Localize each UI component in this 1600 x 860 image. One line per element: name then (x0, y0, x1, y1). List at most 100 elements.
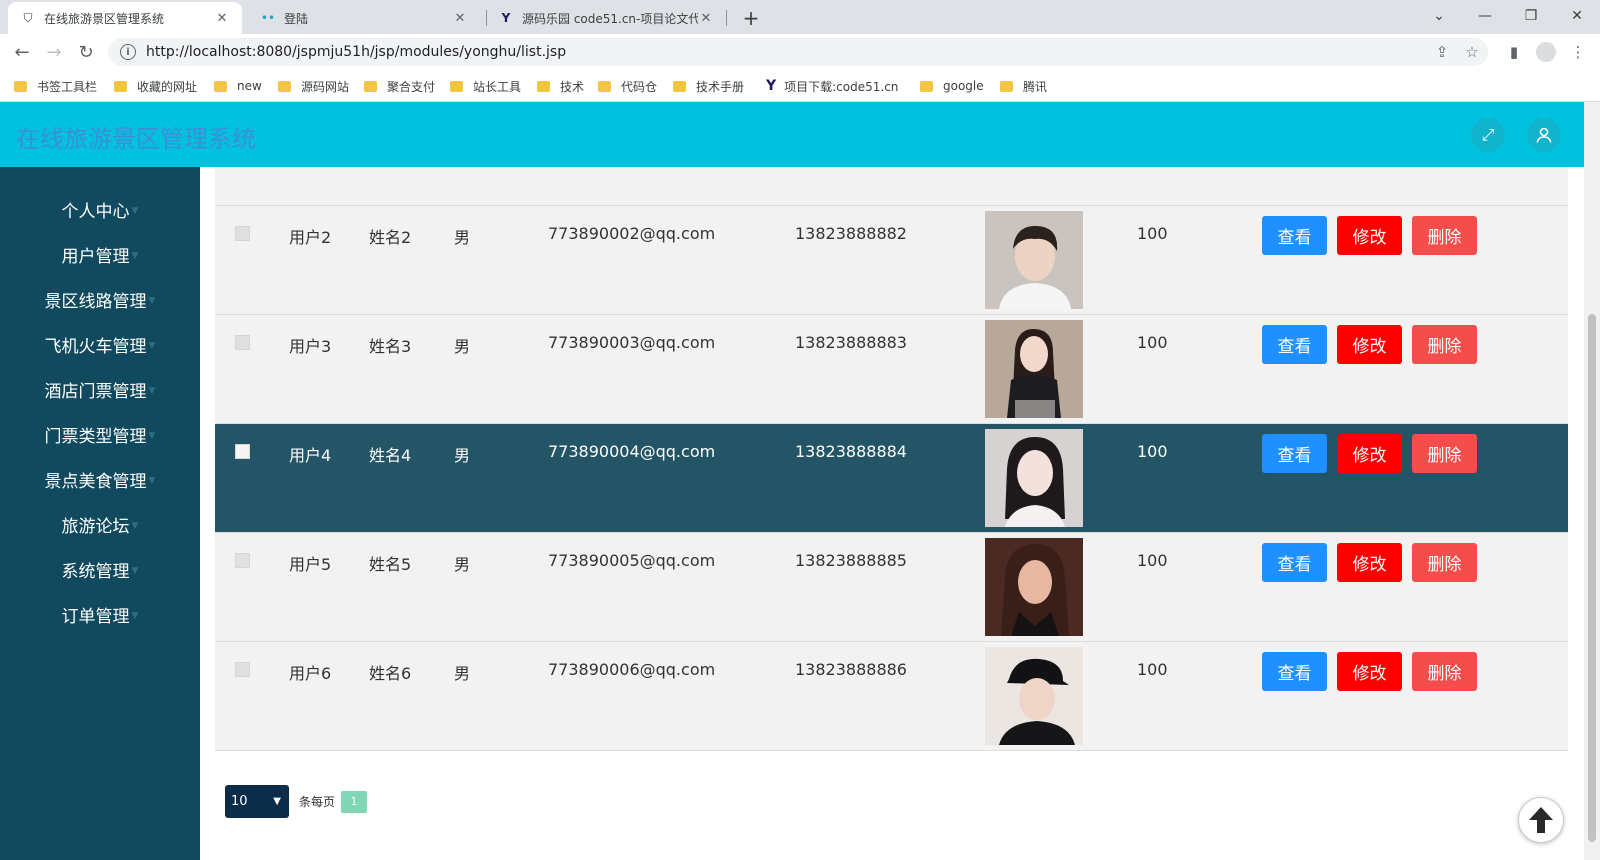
gender-cell: 男 (454, 446, 471, 465)
folder-icon (598, 80, 611, 92)
sidebar-item-user-management[interactable]: 用户管理 ▼ (0, 232, 200, 276)
phone-cell: 13823888886 (795, 660, 907, 679)
row-checkbox[interactable] (235, 444, 250, 459)
sidebar-item-personal-center[interactable]: 个人中心 ▼ (0, 187, 200, 231)
minimize-icon[interactable]: — (1462, 0, 1508, 32)
edit-button[interactable]: 修改 (1337, 434, 1402, 473)
bookmark-item[interactable]: new (214, 77, 262, 95)
browser-tab-active[interactable]: ⛉ 在线旅游景区管理系统 ✕ (8, 2, 242, 34)
delete-button[interactable]: 删除 (1412, 434, 1477, 473)
bookmark-item[interactable]: 腾讯 (1000, 77, 1047, 95)
sidebar: 个人中心 ▼ 用户管理 ▼ 景区线路管理 ▼ 飞机火车管理 ▼ 酒店门票管理 ▼ 门票类型… (0, 167, 200, 860)
browser-tab-code51[interactable]: Y 源码乐园 code51.cn-项目论文代 ✕ (486, 2, 726, 34)
edit-button[interactable]: 修改 (1337, 543, 1402, 582)
window-close-icon[interactable]: ✕ (1554, 0, 1600, 32)
bookmark-item[interactable]: 收藏的网址 (114, 77, 197, 95)
gender-cell: 男 (454, 664, 471, 683)
name-cell: 姓名4 (369, 446, 412, 465)
delete-button[interactable]: 删除 (1412, 216, 1477, 255)
bookmark-item[interactable]: 技术手册 (673, 77, 744, 95)
side-panel-icon[interactable]: ▮ (1500, 38, 1528, 66)
y-logo-icon: Y (501, 11, 511, 25)
view-button[interactable]: 查看 (1262, 325, 1327, 364)
bookmark-item[interactable]: 代码仓 (598, 77, 657, 95)
sidebar-item-label: 系统管理 (61, 561, 130, 582)
delete-button[interactable]: 删除 (1412, 543, 1477, 582)
caret-down-icon: ▼ (148, 476, 156, 486)
folder-icon (450, 80, 463, 92)
folder-icon (537, 80, 550, 92)
browser-tab-login[interactable]: •• 登陆 ✕ (248, 2, 480, 34)
bookmark-item[interactable]: 技术 (537, 77, 584, 95)
dots-icon: •• (260, 11, 276, 25)
sidebar-item-forum[interactable]: 旅游论坛 ▼ (0, 502, 200, 546)
bookmark-item[interactable]: Y 项目下载:code51.cn (766, 77, 898, 95)
info-icon[interactable]: i (120, 44, 136, 60)
reload-icon[interactable]: ↻ (72, 38, 100, 66)
fullscreen-icon[interactable]: ⤢ (1471, 118, 1505, 152)
sidebar-item-order-management[interactable]: 订单管理 ▼ (0, 592, 200, 636)
sidebar-item-hotel-ticket-management[interactable]: 酒店门票管理 ▼ (0, 367, 200, 411)
view-button[interactable]: 查看 (1262, 543, 1327, 582)
star-icon[interactable]: ☆ (1458, 38, 1486, 66)
row-checkbox[interactable] (235, 335, 250, 350)
address-bar[interactable]: i http://localhost:8080/jspmju51h/jsp/mo… (108, 38, 1488, 66)
page-scrollbar[interactable] (1584, 102, 1600, 860)
page-number-button[interactable]: 1 (341, 790, 368, 813)
close-icon[interactable]: ✕ (452, 11, 468, 26)
more-menu-icon[interactable]: ⋮ (1564, 38, 1592, 66)
delete-button[interactable]: 删除 (1412, 325, 1477, 364)
edit-button[interactable]: 修改 (1337, 325, 1402, 364)
view-button[interactable]: 查看 (1262, 216, 1327, 255)
back-arrow-icon[interactable]: ← (8, 38, 36, 66)
y-logo-icon: Y (766, 78, 777, 94)
edit-button[interactable]: 修改 (1337, 652, 1402, 691)
sidebar-item-food-management[interactable]: 景点美食管理 ▼ (0, 457, 200, 501)
url-text[interactable]: http://localhost:8080/jspmju51h/jsp/modu… (146, 44, 566, 60)
bookmark-label: google (943, 79, 984, 93)
close-icon[interactable]: ✕ (214, 11, 230, 26)
email-cell: 773890003@qq.com (548, 333, 716, 352)
forward-arrow-icon[interactable]: → (40, 38, 68, 66)
sidebar-item-transport-management[interactable]: 飞机火车管理 ▼ (0, 322, 200, 366)
name-cell: 姓名3 (369, 337, 412, 356)
view-button[interactable]: 查看 (1262, 434, 1327, 473)
bookmark-item[interactable]: 聚合支付 (364, 77, 435, 95)
bookmark-item[interactable]: 站长工具 (450, 77, 521, 95)
sidebar-item-ticket-type-management[interactable]: 门票类型管理 ▼ (0, 412, 200, 456)
bookmark-label: 腾讯 (1023, 79, 1048, 94)
row-checkbox[interactable] (235, 553, 250, 568)
bookmark-item[interactable]: 源码网站 (278, 77, 349, 95)
sidebar-item-route-management[interactable]: 景区线路管理 ▼ (0, 277, 200, 321)
profile-icon[interactable] (1532, 38, 1560, 66)
bookmark-label: 站长工具 (473, 79, 522, 94)
bookmarks-bar: 书签工具栏 收藏的网址 new 源码网站 聚合支付 站长工具 技术 代码仓 技术… (0, 70, 1600, 102)
name-cell: 姓名5 (369, 555, 412, 574)
delete-button[interactable]: 删除 (1412, 652, 1477, 691)
view-button[interactable]: 查看 (1262, 652, 1327, 691)
folder-icon (673, 80, 686, 92)
back-to-top-button[interactable] (1518, 797, 1564, 843)
row-checkbox[interactable] (235, 662, 250, 677)
edit-button[interactable]: 修改 (1337, 216, 1402, 255)
bookmark-label: 技术手册 (696, 79, 745, 94)
share-icon[interactable]: ⇪ (1428, 38, 1456, 66)
email-cell: 773890004@qq.com (548, 442, 716, 461)
bookmark-label: 收藏的网址 (137, 79, 198, 94)
scrollbar-thumb[interactable] (1588, 314, 1596, 842)
new-tab-button[interactable]: + (737, 4, 765, 32)
main-content: 用户2 姓名2 男 773890002@qq.com 13823888882 1… (200, 167, 1584, 860)
gender-cell: 男 (454, 228, 471, 247)
sidebar-item-system-management[interactable]: 系统管理 ▼ (0, 547, 200, 591)
restore-icon[interactable]: ❐ (1508, 0, 1554, 32)
sidebar-item-label: 订单管理 (61, 606, 130, 627)
table-row: 用户6 姓名6 男 773890006@qq.com 13823888886 1… (215, 642, 1568, 751)
close-icon[interactable]: ✕ (698, 11, 714, 26)
avatar (985, 320, 1083, 418)
user-icon[interactable] (1527, 118, 1561, 152)
page-size-select[interactable]: 10 ▼ (225, 785, 289, 818)
bookmark-item[interactable]: 书签工具栏 (14, 77, 97, 95)
row-checkbox[interactable] (235, 226, 250, 241)
bookmark-item[interactable]: google (920, 77, 984, 95)
tab-search-chevron-icon[interactable]: ⌄ (1416, 0, 1462, 32)
